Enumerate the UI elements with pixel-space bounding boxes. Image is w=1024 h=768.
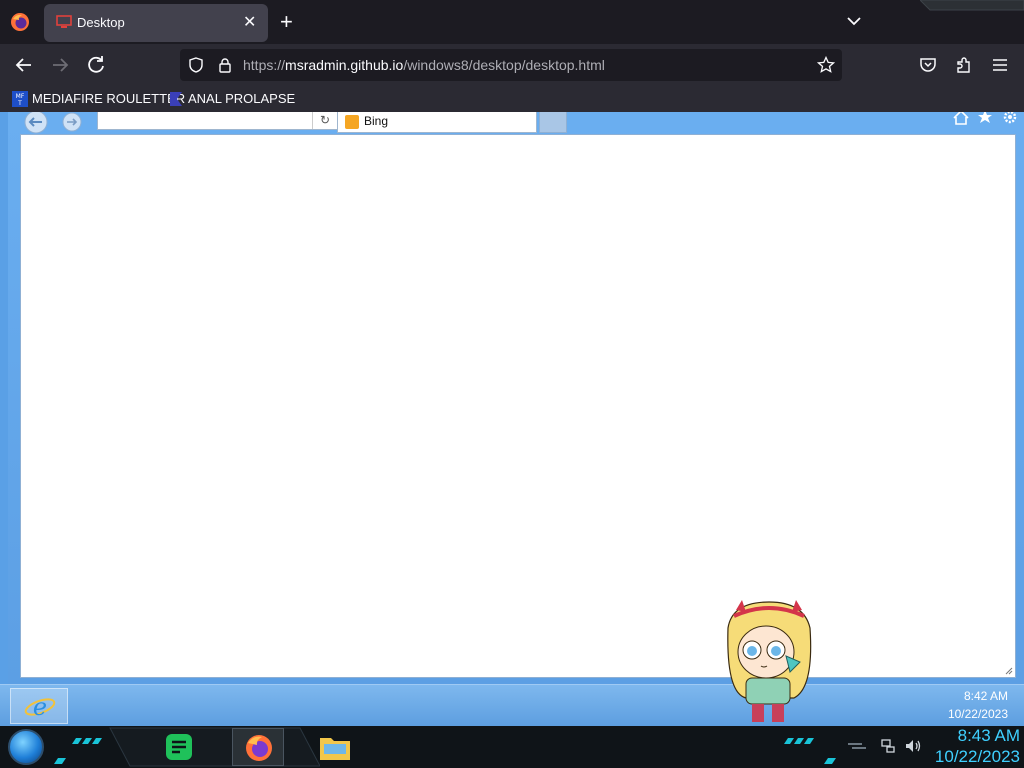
taskbar-app-firefox[interactable] [232, 728, 284, 766]
tab-desktop[interactable]: Desktop ✕ [44, 4, 268, 42]
ie-forward-icon[interactable] [60, 112, 84, 132]
pocket-icon[interactable] [918, 55, 938, 75]
ie-settings-icon[interactable] [1003, 112, 1017, 124]
taskbar-app-notes[interactable] [164, 732, 194, 762]
resize-grip-icon[interactable] [1005, 667, 1013, 675]
monitor-icon [56, 15, 72, 28]
ie-command-icons [953, 112, 1017, 125]
window-decoration [920, 0, 1024, 11]
lock-icon[interactable] [217, 57, 233, 73]
volume-icon[interactable] [904, 738, 922, 754]
ie-address-divider [312, 112, 313, 129]
firefox-icon [246, 735, 272, 761]
ie-window: ↻ Bing [8, 112, 1024, 684]
system-taskbar: 8:43 AM 10/22/2023 [0, 726, 1024, 768]
reload-icon[interactable] [84, 53, 108, 77]
hamburger-menu-icon[interactable] [990, 55, 1010, 75]
character-sticker[interactable] [716, 598, 822, 726]
win8-clock-date: 10/22/2023 [947, 707, 1008, 721]
svg-text:T: T [17, 100, 22, 107]
bookmark-label: ANAL PROLAPSE [188, 91, 296, 106]
bookmark-label: MEDIAFIRE ROULETTER [32, 91, 186, 106]
ie-favorites-icon[interactable] [978, 112, 992, 123]
ie-new-tab-button[interactable] [539, 112, 567, 133]
system-clock-time[interactable]: 8:43 AM [928, 726, 1020, 746]
ie-home-icon[interactable] [953, 112, 969, 125]
network-icon[interactable] [880, 738, 896, 754]
file-explorer-icon [320, 738, 350, 760]
win8-ie-taskbar-button[interactable]: e [10, 688, 68, 724]
back-icon[interactable] [12, 53, 36, 77]
chevron-down-icon[interactable] [845, 12, 863, 30]
forward-icon[interactable] [48, 53, 72, 77]
new-tab-icon[interactable]: + [280, 9, 293, 35]
bing-icon [345, 115, 359, 129]
url-prefix: https:// [243, 57, 286, 73]
notes-app-icon [166, 734, 192, 760]
internet-explorer-icon: e [24, 693, 56, 721]
firefox-menu-icon[interactable] [10, 12, 30, 32]
shield-icon[interactable] [188, 57, 204, 73]
tab-strip: Desktop ✕ + [0, 0, 1024, 44]
url-bar[interactable]: https://msradmin.github.io/windows8/desk… [180, 49, 842, 81]
close-tab-icon[interactable]: ✕ [243, 12, 256, 32]
start-button[interactable] [8, 729, 44, 765]
system-clock-date[interactable]: 10/22/2023 [928, 747, 1020, 767]
mediafire-icon: MF T [12, 91, 28, 107]
ie-refresh-icon[interactable]: ↻ [320, 113, 330, 127]
url-path: /windows8/desktop/desktop.html [403, 57, 605, 73]
ie-tab-label: Bing [364, 114, 389, 128]
win8-taskbar: e 8:42 AM 10/22/2023 [0, 684, 1024, 726]
bookmark-star-icon[interactable] [817, 56, 835, 74]
ie-tab-bing[interactable]: Bing [337, 112, 537, 133]
extensions-icon[interactable] [954, 55, 974, 75]
url-text[interactable]: https://msradmin.github.io/windows8/desk… [243, 57, 605, 73]
ie-page-area[interactable] [20, 134, 1016, 678]
bookmark-mediafire[interactable]: MF T MEDIAFIRE ROULETTER [12, 90, 185, 108]
win8-clock-time: 8:42 AM [963, 689, 1008, 703]
bookmarks-toolbar: MF T MEDIAFIRE ROULETTER ANAL PROLAPSE [0, 86, 1024, 112]
svg-text:e: e [33, 693, 47, 721]
url-host: msradmin.github.io [285, 57, 404, 73]
svg-text:MF: MF [16, 93, 25, 100]
taskbar-decoration-right [784, 738, 866, 764]
ie-address-bar[interactable]: ↻ [97, 112, 339, 130]
page-content: ↻ Bing e 8:42 AM 10/22/2023 [0, 112, 1024, 726]
bookmark-second[interactable]: ANAL PROLAPSE [168, 90, 295, 108]
ie-back-icon[interactable] [20, 112, 52, 134]
nav-toolbar: https://msradmin.github.io/windows8/desk… [0, 44, 1024, 86]
sigma-icon [170, 92, 182, 106]
tab-title: Desktop [77, 15, 125, 30]
taskbar-app-explorer[interactable] [318, 732, 352, 762]
